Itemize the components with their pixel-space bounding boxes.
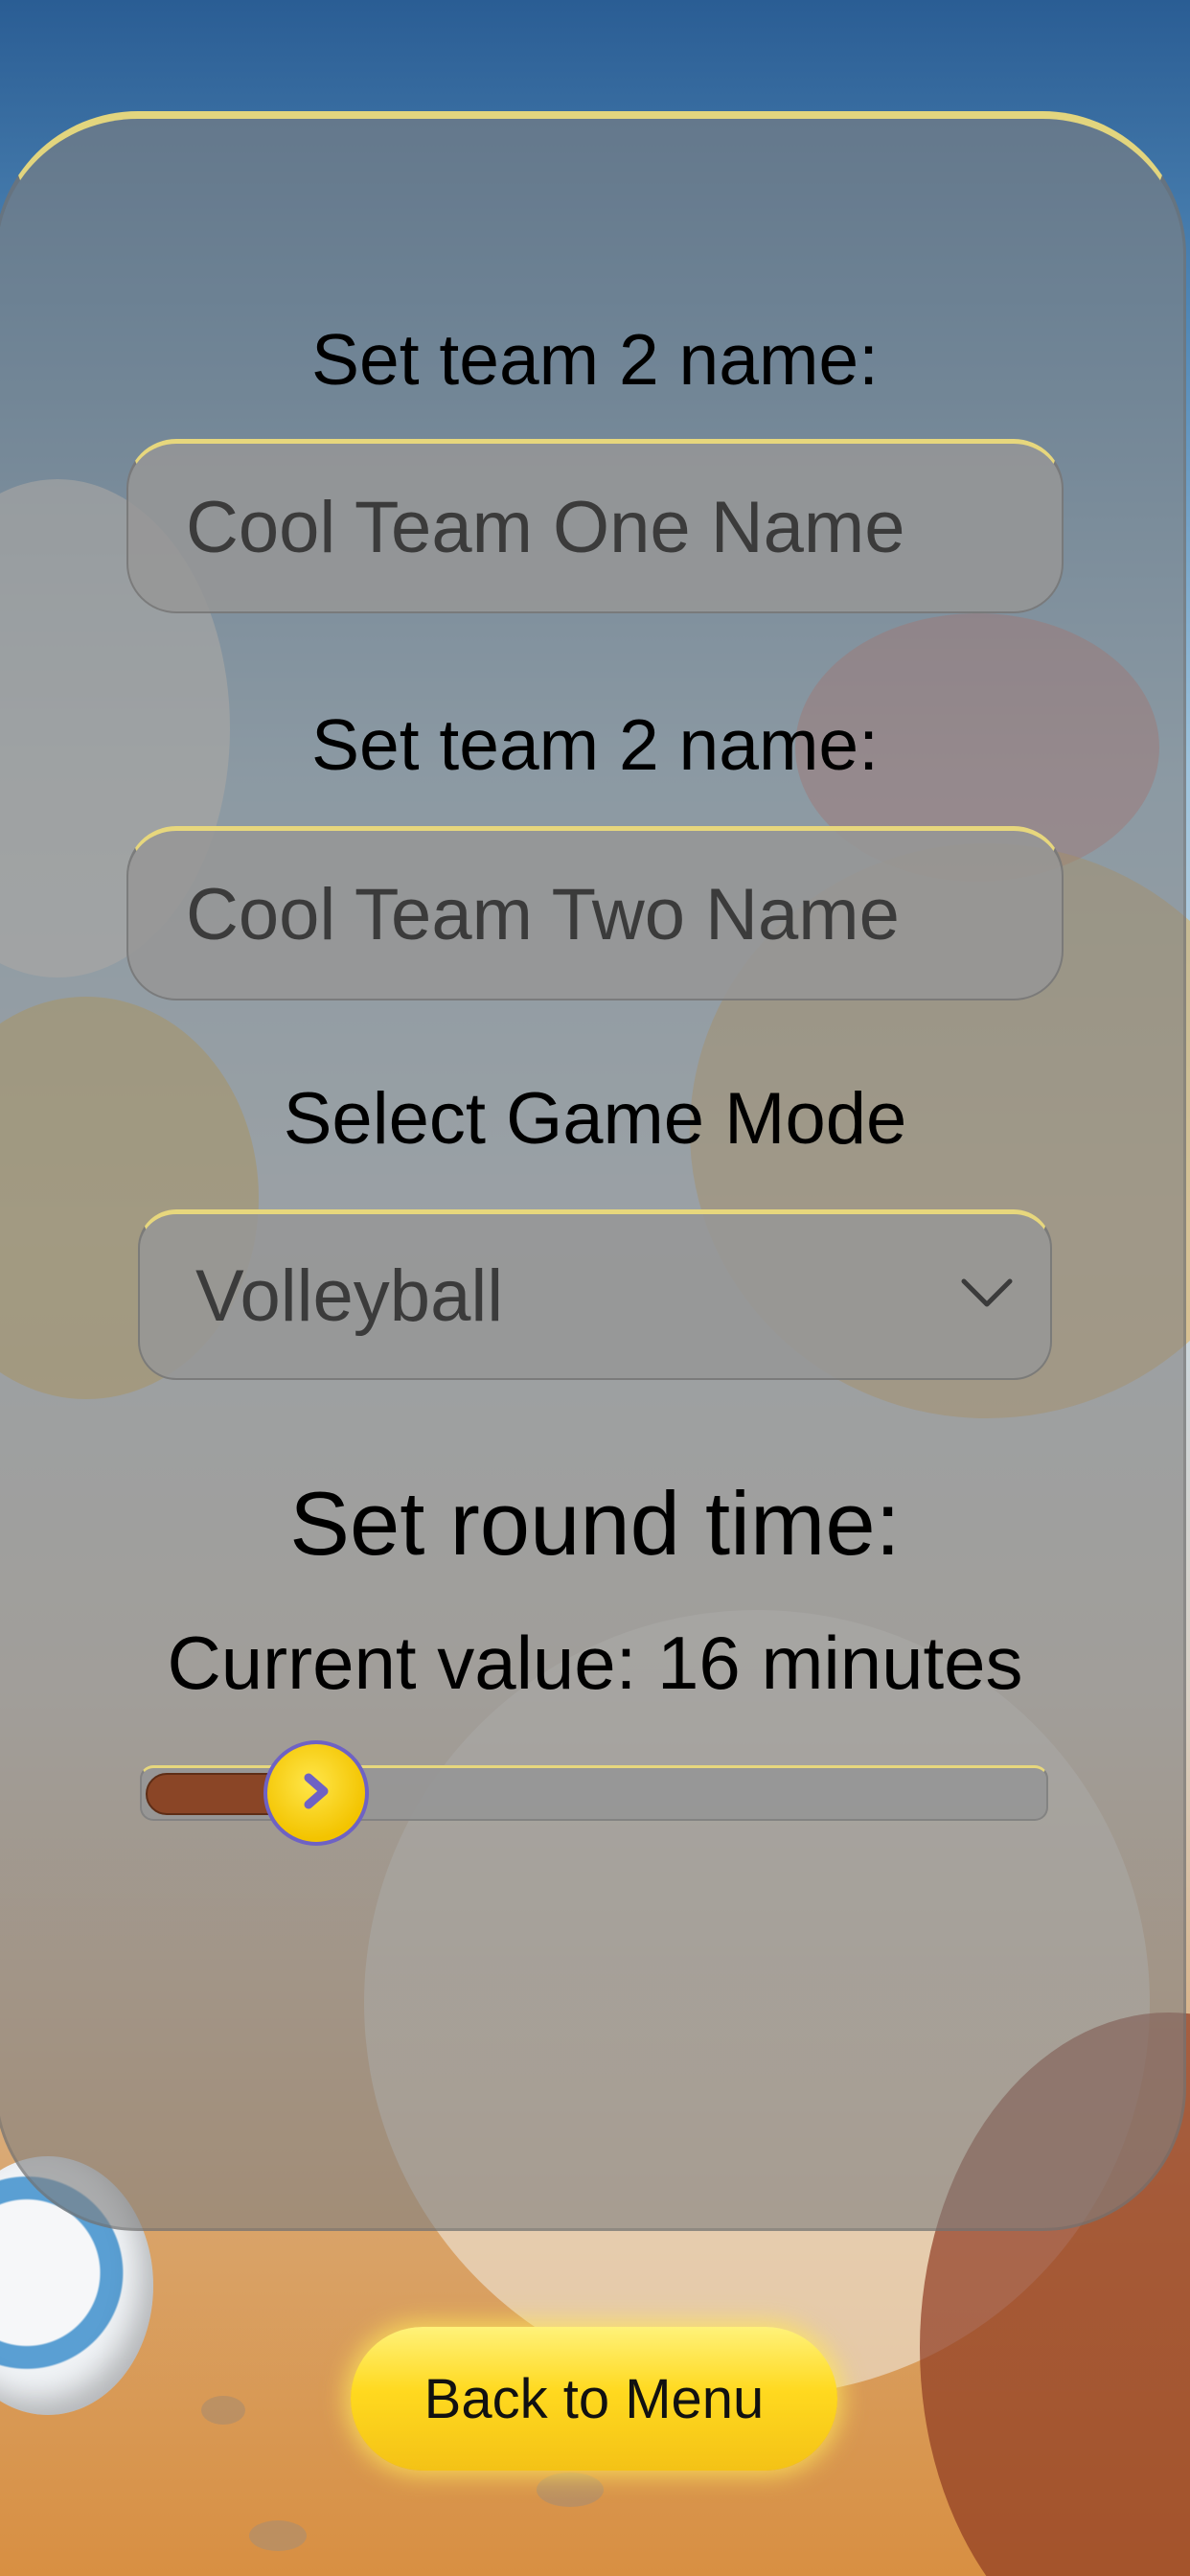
round-time-label: Set round time:	[289, 1473, 901, 1574]
round-time-slider-thumb[interactable]	[263, 1740, 370, 1846]
pebble	[249, 2520, 307, 2551]
team1-name-value: Cool Team One Name	[186, 487, 905, 568]
team1-name-input[interactable]: Cool Team One Name	[126, 439, 1064, 613]
game-mode-select[interactable]: Volleyball	[138, 1209, 1052, 1380]
back-to-menu-label: Back to Menu	[423, 2367, 765, 2430]
team2-name-input[interactable]: Cool Team Two Name	[126, 826, 1064, 1000]
game-mode-label: Select Game Mode	[283, 1078, 907, 1160]
team2-name-value: Cool Team Two Name	[186, 874, 900, 955]
pebble	[201, 2396, 245, 2425]
settings-panel	[0, 111, 1186, 2231]
team2-label: Set team 2 name:	[311, 704, 879, 785]
chevron-right-icon	[297, 1770, 335, 1817]
back-to-menu-button[interactable]: Back to Menu	[351, 2327, 837, 2471]
pebble	[537, 2472, 604, 2507]
team1-label: Set team 2 name:	[311, 319, 879, 400]
chevron-down-icon	[960, 1276, 1013, 1318]
game-mode-selected-value: Volleyball	[195, 1255, 504, 1337]
round-time-current-value: Current value: 16 minutes	[167, 1621, 1023, 1705]
